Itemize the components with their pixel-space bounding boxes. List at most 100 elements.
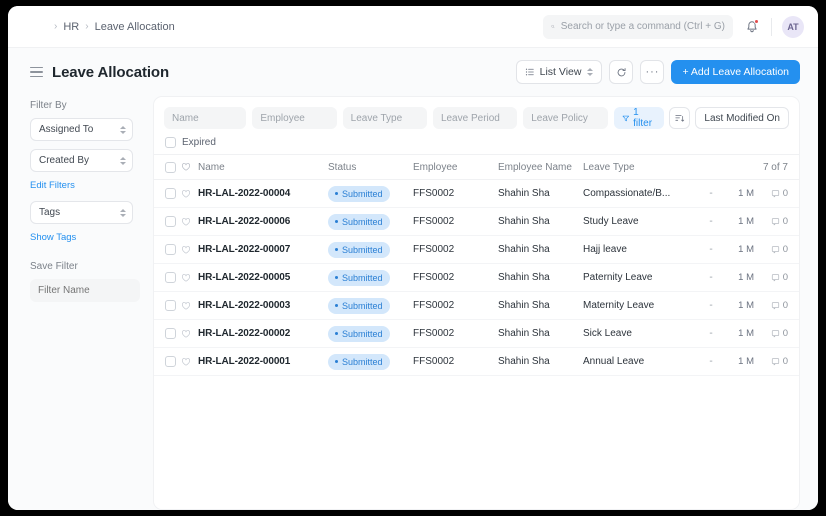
row-name-cell[interactable]: HR-LAL-2022-00005 [198, 272, 328, 283]
column-header-name[interactable]: Name [198, 162, 328, 173]
row-like-button[interactable] [181, 217, 198, 227]
chevron-updown-icon [587, 68, 593, 76]
row-status-cell: Submitted [328, 214, 413, 230]
row-checkbox[interactable] [165, 188, 176, 199]
row-checkbox-cell [165, 216, 181, 227]
row-name-cell[interactable]: HR-LAL-2022-00002 [198, 328, 328, 339]
row-comments-cell[interactable]: 0 [754, 300, 788, 311]
filter-leave-type-field[interactable] [343, 107, 427, 129]
column-header-employee-name[interactable]: Employee Name [498, 162, 583, 173]
heart-icon[interactable] [181, 301, 191, 311]
row-status-cell: Submitted [328, 298, 413, 314]
row-name-cell[interactable]: HR-LAL-2022-00003 [198, 300, 328, 311]
heart-icon[interactable] [181, 357, 191, 367]
row-comment-count: 0 [783, 300, 788, 311]
row-comment-count: 0 [783, 272, 788, 283]
heart-icon[interactable] [181, 189, 191, 199]
filter-leave-policy-field[interactable] [523, 107, 607, 129]
row-like-button[interactable] [181, 329, 198, 339]
heart-icon[interactable] [181, 217, 191, 227]
table-row[interactable]: HR-LAL-2022-00003SubmittedFFS0002Shahin … [154, 292, 799, 320]
sort-direction-button[interactable] [669, 107, 690, 129]
row-comments-cell[interactable]: 0 [754, 356, 788, 367]
filter-leave-period-field[interactable] [433, 107, 517, 129]
avatar[interactable]: AT [782, 16, 804, 38]
breadcrumb-item-hr[interactable]: HR [63, 21, 79, 33]
row-assigned-cell: - [698, 216, 724, 227]
heart-icon[interactable] [181, 273, 191, 283]
tags-select[interactable]: Tags [30, 201, 133, 224]
navbar-divider [771, 18, 772, 36]
sort-field-button[interactable]: Last Modified On [695, 107, 789, 129]
expired-label: Expired [182, 137, 216, 148]
list-card: 1 filter Last Modified On [153, 96, 800, 510]
row-name-cell[interactable]: HR-LAL-2022-00007 [198, 244, 328, 255]
row-leave-type-cell: Maternity Leave [583, 300, 698, 311]
row-like-button[interactable] [181, 273, 198, 283]
row-comments-cell[interactable]: 0 [754, 188, 788, 199]
row-comments-cell[interactable]: 0 [754, 216, 788, 227]
refresh-button[interactable] [609, 60, 633, 84]
row-like-button[interactable] [181, 189, 198, 199]
column-header-status[interactable]: Status [328, 162, 413, 173]
row-modified-cell: 1 M [724, 272, 754, 283]
expired-checkbox[interactable] [165, 137, 176, 148]
table-row[interactable]: HR-LAL-2022-00007SubmittedFFS0002Shahin … [154, 236, 799, 264]
created-by-select[interactable]: Created By [30, 149, 133, 172]
row-like-button[interactable] [181, 245, 198, 255]
row-checkbox[interactable] [165, 272, 176, 283]
row-like-button[interactable] [181, 301, 198, 311]
row-comment-count: 0 [783, 356, 788, 367]
column-header-employee[interactable]: Employee [413, 162, 498, 173]
row-employee-name-cell: Shahin Sha [498, 188, 583, 199]
row-comments-cell[interactable]: 0 [754, 244, 788, 255]
status-dot-icon [335, 276, 338, 279]
table-row[interactable]: HR-LAL-2022-00005SubmittedFFS0002Shahin … [154, 264, 799, 292]
row-comment-count: 0 [783, 188, 788, 199]
heart-icon[interactable] [181, 329, 191, 339]
row-status-cell: Submitted [328, 186, 413, 202]
row-checkbox[interactable] [165, 216, 176, 227]
expired-filter-row: Expired [154, 129, 799, 154]
active-filter-chip[interactable]: 1 filter [614, 107, 665, 129]
status-badge: Submitted [328, 270, 390, 286]
breadcrumb-item-leave-allocation[interactable]: Leave Allocation [95, 21, 175, 33]
global-search-input[interactable]: Search or type a command (Ctrl + G) [543, 15, 733, 39]
row-checkbox[interactable] [165, 356, 176, 367]
row-checkbox[interactable] [165, 300, 176, 311]
filter-bar-actions: 1 filter Last Modified On [614, 107, 790, 129]
edit-filters-link[interactable]: Edit Filters [30, 180, 153, 191]
table-row[interactable]: HR-LAL-2022-00006SubmittedFFS0002Shahin … [154, 208, 799, 236]
more-options-button[interactable]: ··· [640, 60, 664, 84]
table-row[interactable]: HR-LAL-2022-00002SubmittedFFS0002Shahin … [154, 320, 799, 348]
filter-name-field[interactable] [164, 107, 246, 129]
assigned-to-select[interactable]: Assigned To [30, 118, 133, 141]
add-leave-allocation-button[interactable]: + Add Leave Allocation [671, 60, 800, 84]
row-checkbox[interactable] [165, 328, 176, 339]
row-comments-cell[interactable]: 0 [754, 272, 788, 283]
column-header-leave-type[interactable]: Leave Type [583, 162, 763, 173]
select-all-checkbox[interactable] [165, 162, 176, 173]
notifications-button[interactable] [743, 18, 761, 36]
row-name-cell[interactable]: HR-LAL-2022-00001 [198, 356, 328, 367]
row-name-cell[interactable]: HR-LAL-2022-00006 [198, 216, 328, 227]
row-employee-name-cell: Shahin Sha [498, 328, 583, 339]
sidebar-toggle-icon[interactable] [30, 67, 43, 78]
row-leave-type-cell: Compassionate/B... [583, 188, 698, 199]
heart-icon[interactable] [181, 245, 191, 255]
row-like-button[interactable] [181, 357, 198, 367]
comment-icon [771, 329, 780, 338]
filter-employee-field[interactable] [252, 107, 336, 129]
row-assigned-cell: - [698, 356, 724, 367]
row-name-cell[interactable]: HR-LAL-2022-00004 [198, 188, 328, 199]
show-tags-link[interactable]: Show Tags [30, 232, 153, 243]
row-comments-cell[interactable]: 0 [754, 328, 788, 339]
table-header-row: Name Status Employee Employee Name Leave… [154, 154, 799, 180]
filter-name-input[interactable] [30, 279, 140, 302]
status-dot-icon [335, 192, 338, 195]
table-row[interactable]: HR-LAL-2022-00004SubmittedFFS0002Shahin … [154, 180, 799, 208]
list-view-selector[interactable]: List View [516, 60, 603, 84]
heart-icon [181, 162, 191, 172]
row-checkbox[interactable] [165, 244, 176, 255]
table-row[interactable]: HR-LAL-2022-00001SubmittedFFS0002Shahin … [154, 348, 799, 376]
